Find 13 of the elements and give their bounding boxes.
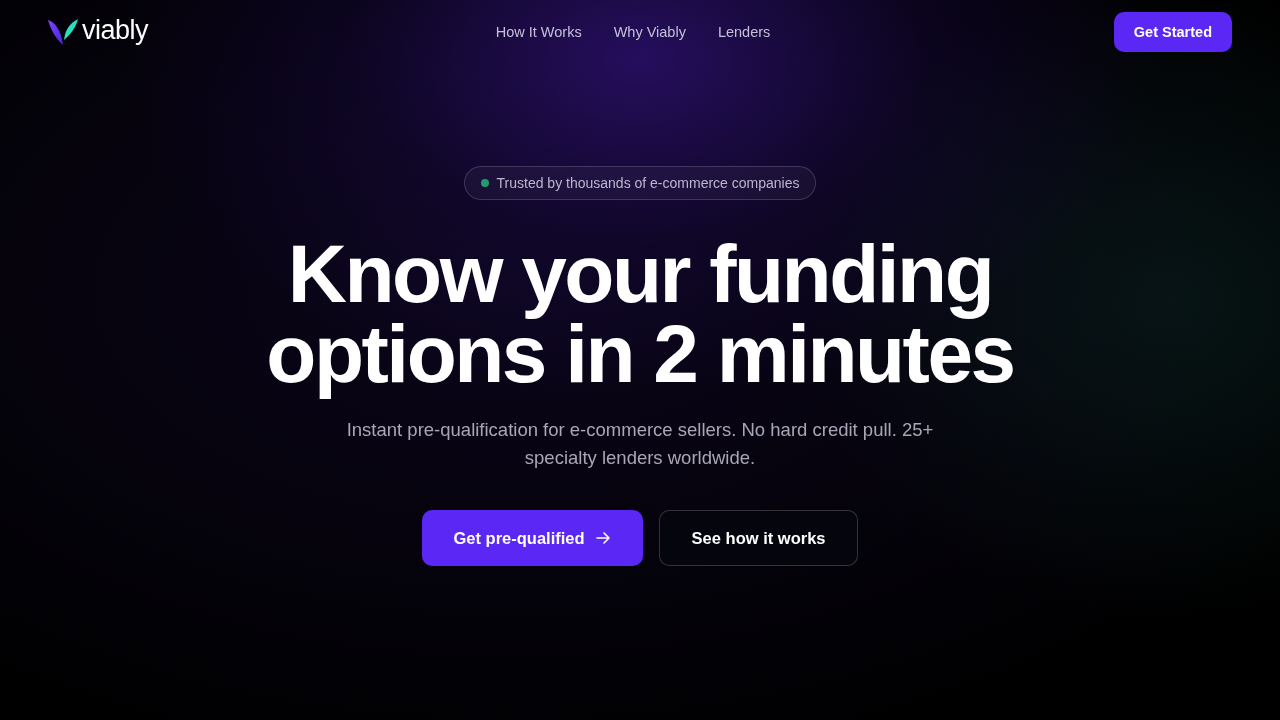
status-dot-icon	[480, 179, 489, 187]
arrow-right-icon	[594, 530, 611, 546]
logo-icon	[48, 19, 78, 45]
hero-heading: Know your funding options in 2 minutes	[265, 232, 1015, 401]
get-pre-qualified-button[interactable]: Get pre-qualified	[421, 510, 643, 566]
get-started-button[interactable]: Get Started	[1113, 12, 1232, 52]
badge-text: Trusted by thousands of e-commerce companies	[496, 175, 800, 191]
nav-link[interactable]: How It Works	[495, 24, 582, 40]
hero-subtitle: Instant pre-qualification for e-commerce sellers. No hard credit pull. 25+ specialty lenders worldwide.	[345, 418, 935, 470]
nav-link[interactable]: Lenders	[717, 24, 771, 40]
logo-wordmark[interactable]: viably	[82, 17, 149, 47]
nav-link[interactable]: Why Viably	[613, 24, 686, 40]
see-how-it-works-button[interactable]: See how it works	[658, 510, 859, 566]
